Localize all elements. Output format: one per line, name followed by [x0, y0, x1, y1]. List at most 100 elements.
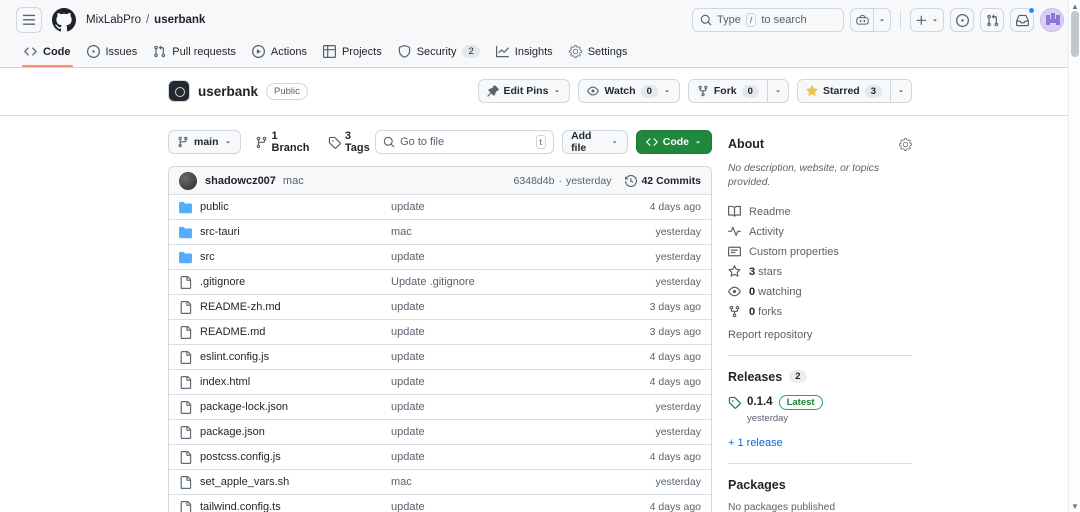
file-row[interactable]: public update 4 days ago	[169, 194, 711, 219]
folder-icon	[179, 251, 192, 264]
tag-icon	[728, 396, 741, 409]
tab-projects[interactable]: Projects	[315, 38, 390, 67]
fork-icon	[728, 305, 741, 318]
file-commit-message[interactable]: update	[391, 301, 591, 313]
file-commit-date: yesterday	[655, 226, 701, 238]
latest-badge: Latest	[778, 394, 823, 410]
file-row[interactable]: package-lock.json update yesterday	[169, 394, 711, 419]
about-item[interactable]: Activity	[728, 222, 912, 242]
user-avatar[interactable]	[1040, 8, 1064, 32]
file-commit-message[interactable]: update	[391, 376, 591, 388]
copilot-button-group	[850, 8, 891, 32]
commit-message[interactable]: mac	[283, 175, 304, 187]
about-item[interactable]: 0 watching	[728, 282, 912, 302]
window-scrollbar[interactable]: ▲ ▼	[1068, 0, 1080, 512]
hamburger-menu-button[interactable]	[16, 7, 42, 33]
edit-pins-button[interactable]: Edit Pins	[477, 79, 571, 103]
report-repository-link[interactable]: Report repository	[728, 329, 912, 341]
file-commit-date: 4 days ago	[649, 501, 701, 512]
branches-link[interactable]: 1 Branch	[255, 130, 314, 154]
commit-hash[interactable]: 6348d4b	[514, 175, 555, 187]
fork-dropdown-button[interactable]	[767, 79, 789, 103]
tab-issues[interactable]: Issues	[79, 38, 146, 67]
issues-header-button[interactable]	[950, 8, 974, 32]
tab-insights[interactable]: Insights	[488, 38, 561, 67]
file-row[interactable]: index.html update 4 days ago	[169, 369, 711, 394]
file-row[interactable]: src update yesterday	[169, 244, 711, 269]
file-rows: public update 4 days ago src-tauri mac y…	[169, 194, 711, 512]
file-row[interactable]: postcss.config.js update 4 days ago	[169, 444, 711, 469]
book-icon	[728, 205, 741, 218]
tab-pull-requests[interactable]: Pull requests	[145, 38, 244, 67]
unread-notification-dot	[1028, 7, 1035, 14]
go-to-file-input[interactable]: Go to file t	[375, 130, 555, 154]
file-commit-message[interactable]: update	[391, 426, 591, 438]
about-items: Readme Activity Custom properties 3 star…	[728, 202, 912, 322]
file-row[interactable]: package.json update yesterday	[169, 419, 711, 444]
copilot-dropdown-button[interactable]	[874, 8, 891, 32]
file-commit-message[interactable]: update	[391, 351, 591, 363]
commit-author-avatar[interactable]	[179, 171, 197, 190]
tab-actions[interactable]: Actions	[244, 38, 315, 67]
file-commit-message[interactable]: update	[391, 501, 591, 512]
about-settings-gear-icon[interactable]	[899, 138, 912, 151]
file-commit-message[interactable]: mac	[391, 226, 591, 238]
about-item[interactable]: Custom properties	[728, 242, 912, 262]
file-row[interactable]: eslint.config.js update 4 days ago	[169, 344, 711, 369]
file-commit-date: 4 days ago	[649, 351, 701, 363]
chevron-down-icon	[663, 87, 671, 95]
scrollbar-thumb[interactable]	[1071, 11, 1079, 57]
packages-title[interactable]: Packages	[728, 478, 786, 492]
file-row[interactable]: set_apple_vars.sh mac yesterday	[169, 469, 711, 494]
file-table: shadowcz007 mac 6348d4b · yesterday 42 C…	[168, 166, 712, 512]
scrollbar-down-arrow[interactable]: ▼	[1069, 500, 1080, 512]
repo-content: main 1 Branch 3 Tags Go to file t Add fi…	[168, 116, 712, 512]
folder-icon	[179, 226, 192, 239]
star-dropdown-button[interactable]	[891, 79, 912, 103]
tags-link[interactable]: 3 Tags	[328, 130, 375, 154]
repo-avatar	[168, 80, 190, 102]
file-commit-message[interactable]: update	[391, 201, 591, 213]
file-row[interactable]: README-zh.md update 3 days ago	[169, 294, 711, 319]
file-row[interactable]: tailwind.config.ts update 4 days ago	[169, 494, 711, 512]
add-file-button[interactable]: Add file	[562, 130, 628, 154]
tab-code[interactable]: Code	[16, 38, 79, 67]
about-item[interactable]: 0 forks	[728, 302, 912, 322]
commit-history-link[interactable]: 42 Commits	[625, 174, 701, 187]
branch-selector-button[interactable]: main	[168, 130, 241, 154]
repo-title[interactable]: userbank	[198, 84, 258, 99]
about-item[interactable]: 3 stars	[728, 262, 912, 282]
pull-requests-header-button[interactable]	[980, 8, 1004, 32]
file-name: postcss.config.js	[200, 451, 281, 463]
watch-button[interactable]: Watch 0	[578, 79, 680, 103]
file-commit-message[interactable]: Update .gitignore	[391, 276, 591, 288]
breadcrumb-owner[interactable]: MixLabPro	[86, 14, 141, 26]
create-new-button[interactable]	[910, 8, 944, 32]
file-row[interactable]: README.md update 3 days ago	[169, 319, 711, 344]
file-row[interactable]: src-tauri mac yesterday	[169, 219, 711, 244]
file-commit-message[interactable]: update	[391, 251, 591, 263]
global-search-input[interactable]: Type / to search	[692, 8, 844, 32]
chevron-down-icon	[611, 138, 618, 146]
more-releases-link[interactable]: + 1 release	[728, 437, 912, 449]
about-item[interactable]: Readme	[728, 202, 912, 222]
breadcrumb-repo[interactable]: userbank	[154, 14, 205, 26]
file-commit-message[interactable]: mac	[391, 476, 591, 488]
file-row[interactable]: .gitignore Update .gitignore yesterday	[169, 269, 711, 294]
tab-security[interactable]: Security 2	[390, 38, 488, 67]
notifications-button[interactable]	[1010, 7, 1035, 32]
code-button[interactable]: Code	[635, 130, 712, 154]
commit-author[interactable]: shadowcz007	[205, 175, 276, 187]
github-logo-icon[interactable]	[52, 8, 76, 32]
latest-release-link[interactable]: 0.1.4 Latest	[728, 394, 912, 410]
releases-title[interactable]: Releases	[728, 370, 782, 384]
tab-settings[interactable]: Settings	[561, 38, 636, 67]
fork-button[interactable]: Fork 0	[687, 79, 768, 103]
file-commit-message[interactable]: update	[391, 451, 591, 463]
file-icon	[179, 326, 192, 339]
file-commit-message[interactable]: update	[391, 401, 591, 413]
starred-button[interactable]: Starred 3	[796, 79, 891, 103]
file-commit-message[interactable]: update	[391, 326, 591, 338]
copilot-button[interactable]	[850, 8, 874, 32]
breadcrumb-separator: /	[145, 14, 150, 26]
